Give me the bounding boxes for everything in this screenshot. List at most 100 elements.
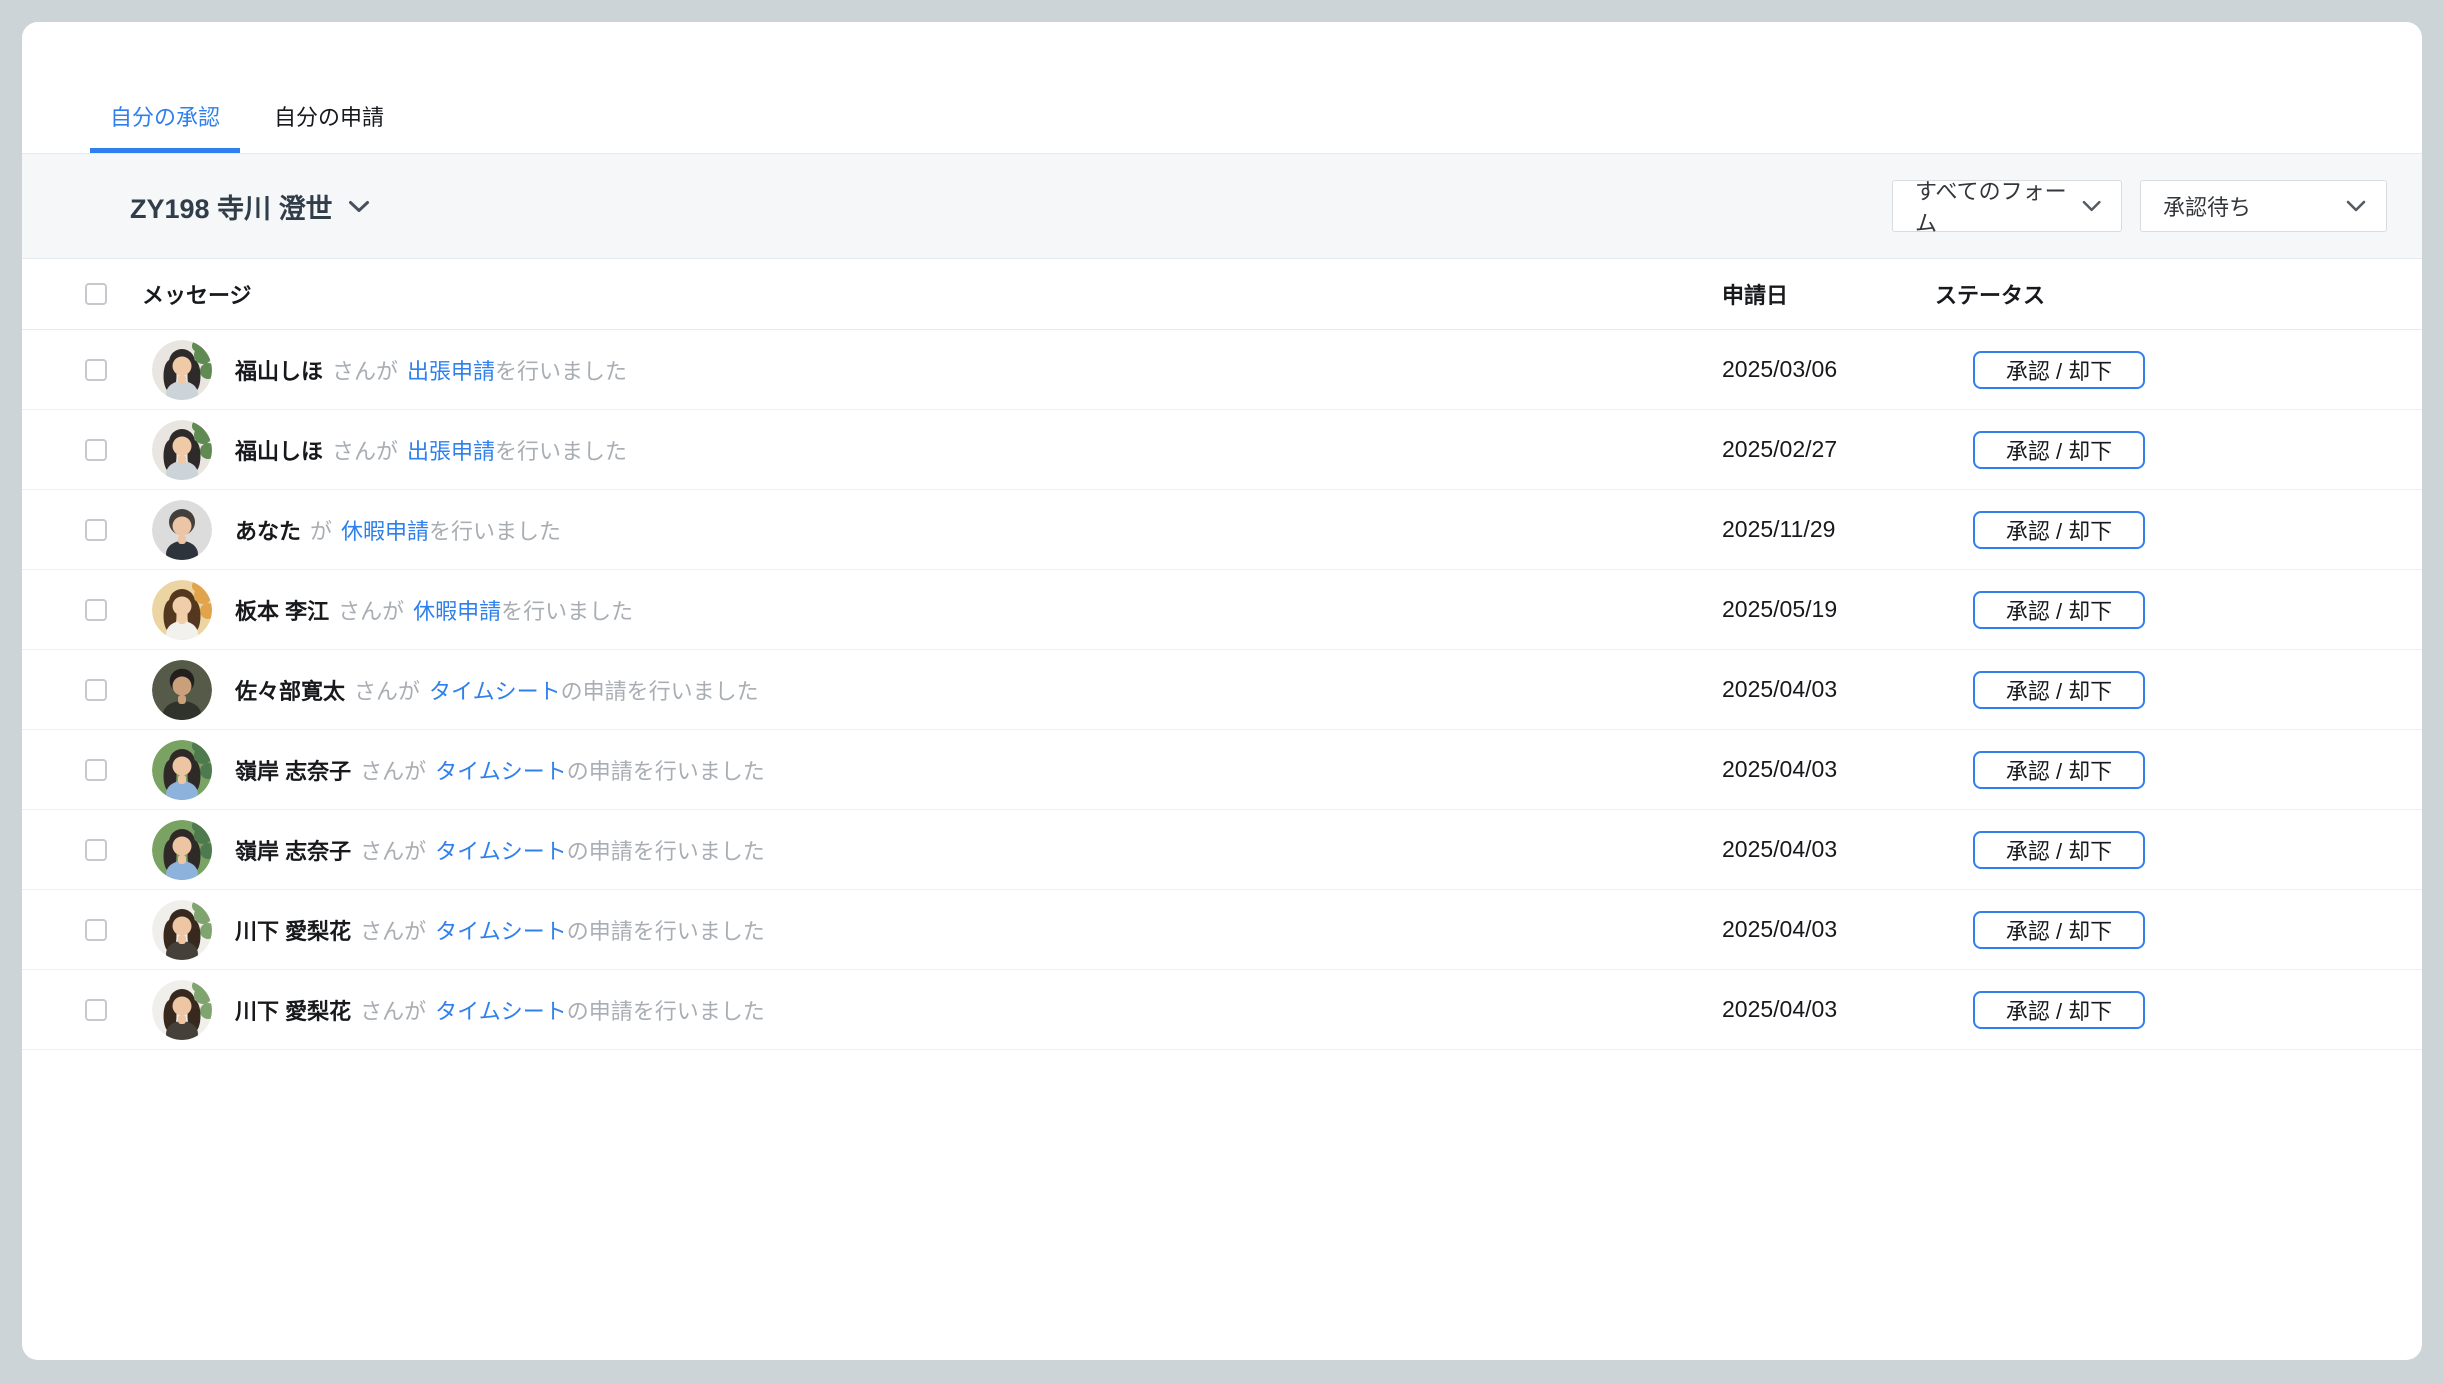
avatar	[152, 580, 212, 640]
message-cell: 嶺岸 志奈子さんがタイムシートの申請を行いました	[235, 754, 1722, 786]
form-link[interactable]: 出張申請	[407, 359, 495, 384]
user-selector-label: ZY198 寺川 澄世	[130, 187, 333, 226]
row-checkbox[interactable]	[85, 999, 107, 1021]
status-cell: 承認 / 却下	[1935, 991, 2422, 1029]
filter-bar: ZY198 寺川 澄世 すべてのフォーム 承認待ち	[22, 154, 2422, 259]
approve-reject-button[interactable]: 承認 / 却下	[1973, 831, 2145, 869]
message-suffix: の申請を行いました	[567, 839, 765, 864]
chevron-down-icon	[2082, 200, 2101, 212]
column-header-date: 申請日	[1722, 278, 1935, 310]
approve-reject-button[interactable]: 承認 / 却下	[1973, 671, 2145, 709]
applicant-name: 板本 李江	[235, 599, 329, 624]
avatar	[152, 340, 212, 400]
table-row: 福山しほさんが出張申請を行いました 2025/03/06 承認 / 却下	[22, 330, 2422, 410]
message-cell: 嶺岸 志奈子さんがタイムシートの申請を行いました	[235, 834, 1722, 866]
tab-my-requests[interactable]: 自分の申請	[254, 22, 404, 153]
application-date: 2025/05/19	[1722, 596, 1935, 623]
approve-reject-button[interactable]: 承認 / 却下	[1973, 351, 2145, 389]
message-suffix: の申請を行いました	[567, 759, 765, 784]
select-all-checkbox[interactable]	[85, 283, 107, 305]
table-header: メッセージ 申請日 ステータス	[22, 259, 2422, 330]
row-checkbox[interactable]	[85, 919, 107, 941]
approve-reject-button[interactable]: 承認 / 却下	[1973, 911, 2145, 949]
message-particle: さんが	[360, 759, 426, 784]
approve-reject-button[interactable]: 承認 / 却下	[1973, 591, 2145, 629]
table-row: 板本 李江さんが休暇申請を行いました 2025/05/19 承認 / 却下	[22, 570, 2422, 650]
app-window: 自分の承認 自分の申請 ZY198 寺川 澄世 すべてのフォーム 承認待ち メッ…	[22, 22, 2422, 1360]
row-checkbox[interactable]	[85, 519, 107, 541]
table-row: 佐々部寛太さんがタイムシートの申請を行いました 2025/04/03 承認 / …	[22, 650, 2422, 730]
row-checkbox[interactable]	[85, 359, 107, 381]
approve-reject-button[interactable]: 承認 / 却下	[1973, 991, 2145, 1029]
avatar	[152, 500, 212, 560]
applicant-name: 川下 愛梨花	[235, 919, 351, 944]
form-link[interactable]: 出張申請	[407, 439, 495, 464]
row-checkbox[interactable]	[85, 439, 107, 461]
applicant-name: 嶺岸 志奈子	[235, 839, 351, 864]
form-filter-value: すべてのフォーム	[1915, 174, 2082, 238]
form-link[interactable]: タイムシート	[435, 839, 567, 864]
message-cell: あなたが休暇申請を行いました	[235, 514, 1722, 546]
column-header-message: メッセージ	[142, 278, 1722, 310]
applicant-name: 嶺岸 志奈子	[235, 759, 351, 784]
desktop-background: 自分の承認 自分の申請 ZY198 寺川 澄世 すべてのフォーム 承認待ち メッ…	[0, 0, 2444, 1384]
applicant-name: 佐々部寛太	[235, 679, 345, 704]
application-date: 2025/04/03	[1722, 676, 1935, 703]
table-row: 嶺岸 志奈子さんがタイムシートの申請を行いました 2025/04/03 承認 /…	[22, 730, 2422, 810]
message-particle: さんが	[332, 439, 398, 464]
message-cell: 佐々部寛太さんがタイムシートの申請を行いました	[235, 674, 1722, 706]
applicant-name: 川下 愛梨花	[235, 999, 351, 1024]
status-cell: 承認 / 却下	[1935, 911, 2422, 949]
row-checkbox[interactable]	[85, 599, 107, 621]
status-cell: 承認 / 却下	[1935, 751, 2422, 789]
form-link[interactable]: 休暇申請	[341, 519, 429, 544]
table-row: 福山しほさんが出張申請を行いました 2025/02/27 承認 / 却下	[22, 410, 2422, 490]
form-link[interactable]: タイムシート	[435, 919, 567, 944]
message-particle: さんが	[360, 999, 426, 1024]
approval-list: 福山しほさんが出張申請を行いました 2025/03/06 承認 / 却下 福山し…	[22, 330, 2422, 1050]
form-link[interactable]: タイムシート	[435, 999, 567, 1024]
application-date: 2025/11/29	[1722, 516, 1935, 543]
message-particle: さんが	[332, 359, 398, 384]
avatar	[152, 980, 212, 1040]
application-date: 2025/03/06	[1722, 356, 1935, 383]
avatar	[152, 740, 212, 800]
avatar	[152, 420, 212, 480]
message-particle: さんが	[354, 679, 420, 704]
approve-reject-button[interactable]: 承認 / 却下	[1973, 431, 2145, 469]
tab-my-approvals[interactable]: 自分の承認	[90, 22, 240, 153]
message-cell: 福山しほさんが出張申請を行いました	[235, 354, 1722, 386]
table-row: 川下 愛梨花さんがタイムシートの申請を行いました 2025/04/03 承認 /…	[22, 970, 2422, 1050]
applicant-name: あなた	[235, 519, 301, 544]
column-header-status: ステータス	[1935, 278, 2422, 310]
message-particle: さんが	[338, 599, 404, 624]
row-checkbox[interactable]	[85, 679, 107, 701]
message-suffix: の申請を行いました	[567, 919, 765, 944]
form-link[interactable]: 休暇申請	[413, 599, 501, 624]
table-row: 川下 愛梨花さんがタイムシートの申請を行いました 2025/04/03 承認 /…	[22, 890, 2422, 970]
message-particle: さんが	[360, 919, 426, 944]
chevron-down-icon	[2346, 200, 2366, 212]
form-link[interactable]: タイムシート	[429, 679, 561, 704]
table-row: 嶺岸 志奈子さんがタイムシートの申請を行いました 2025/04/03 承認 /…	[22, 810, 2422, 890]
tab-bar: 自分の承認 自分の申請	[22, 22, 2422, 154]
status-cell: 承認 / 却下	[1935, 831, 2422, 869]
status-filter-dropdown[interactable]: 承認待ち	[2140, 180, 2387, 232]
approve-reject-button[interactable]: 承認 / 却下	[1973, 511, 2145, 549]
form-link[interactable]: タイムシート	[435, 759, 567, 784]
message-cell: 川下 愛梨花さんがタイムシートの申請を行いました	[235, 914, 1722, 946]
form-filter-dropdown[interactable]: すべてのフォーム	[1892, 180, 2122, 232]
application-date: 2025/04/03	[1722, 916, 1935, 943]
message-particle: さんが	[360, 839, 426, 864]
message-suffix: を行いました	[495, 439, 627, 464]
status-cell: 承認 / 却下	[1935, 671, 2422, 709]
status-filter-value: 承認待ち	[2163, 190, 2251, 222]
message-suffix: の申請を行いました	[567, 999, 765, 1024]
row-checkbox[interactable]	[85, 759, 107, 781]
user-selector-dropdown[interactable]: ZY198 寺川 澄世	[130, 187, 370, 226]
approve-reject-button[interactable]: 承認 / 却下	[1973, 751, 2145, 789]
row-checkbox[interactable]	[85, 839, 107, 861]
status-cell: 承認 / 却下	[1935, 431, 2422, 469]
avatar	[152, 660, 212, 720]
status-cell: 承認 / 却下	[1935, 351, 2422, 389]
